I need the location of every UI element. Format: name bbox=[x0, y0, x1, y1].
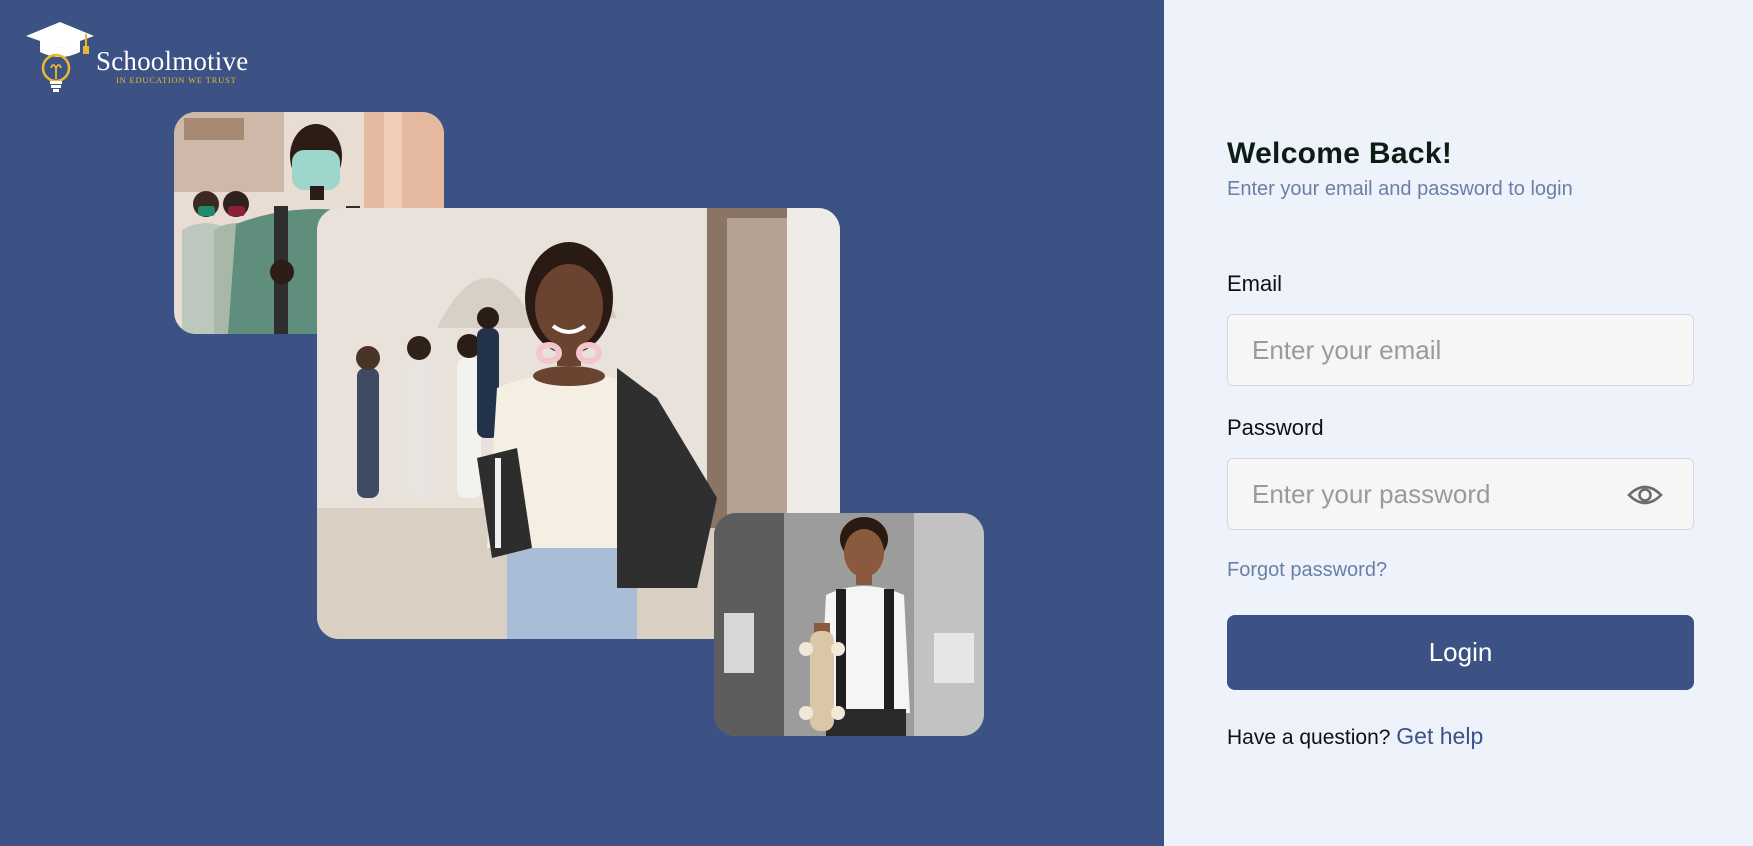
password-input[interactable] bbox=[1252, 478, 1623, 510]
graduation-bulb-icon bbox=[26, 22, 94, 92]
brand-logo[interactable]: Schoolmotive IN EDUCATION WE TRUST bbox=[24, 22, 264, 100]
left-panel: Schoolmotive IN EDUCATION WE TRUST bbox=[0, 0, 1164, 846]
email-label: Email bbox=[1227, 271, 1283, 296]
help-prompt: Have a question? bbox=[1227, 726, 1391, 749]
password-label: Password bbox=[1227, 415, 1324, 440]
boy-skateboard-photo bbox=[714, 513, 984, 736]
eye-icon[interactable] bbox=[1627, 481, 1663, 509]
get-help-link[interactable]: Get help bbox=[1396, 723, 1483, 749]
help-row: Have a question? Get help bbox=[1227, 723, 1483, 750]
forgot-password-link[interactable]: Forgot password? bbox=[1227, 559, 1387, 582]
login-button[interactable]: Login bbox=[1227, 615, 1694, 690]
welcome-subtitle: Enter your email and password to login bbox=[1227, 178, 1573, 200]
brand-tagline: IN EDUCATION WE TRUST bbox=[116, 75, 237, 85]
email-input[interactable] bbox=[1252, 334, 1669, 366]
login-panel: Welcome Back! Enter your email and passw… bbox=[1164, 0, 1753, 846]
welcome-title: Welcome Back! bbox=[1227, 137, 1453, 170]
password-field-container bbox=[1227, 458, 1694, 530]
brand-name: Schoolmotive bbox=[96, 46, 249, 76]
email-field-container bbox=[1227, 314, 1694, 386]
